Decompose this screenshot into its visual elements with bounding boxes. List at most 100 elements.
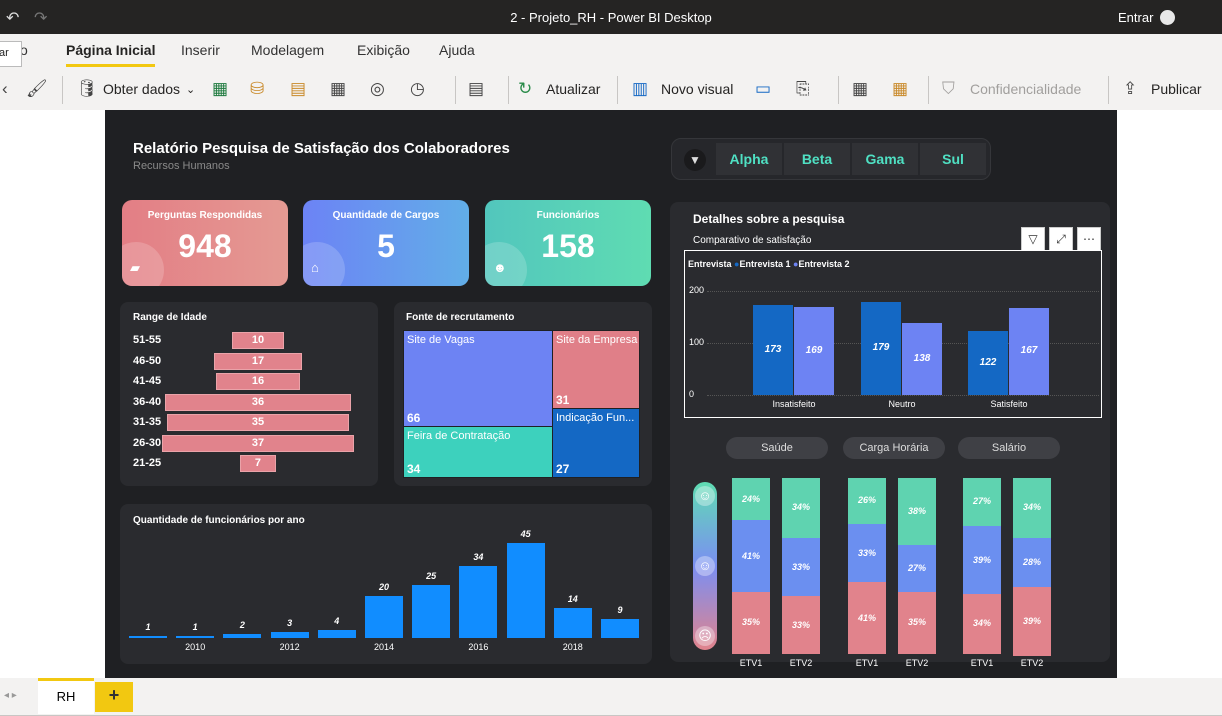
- treemap-indicacao[interactable]: Indicação Fun... 27: [552, 408, 640, 478]
- year-label: 2014: [373, 642, 395, 652]
- year-bar: [365, 595, 403, 638]
- pill-carga-horaria[interactable]: Carga Horária: [843, 437, 945, 459]
- kpi-label: Funcionários: [536, 210, 600, 221]
- year-value: 14: [567, 594, 578, 605]
- sign-in-link[interactable]: Entrar: [1118, 10, 1153, 25]
- page-nav-arrows[interactable]: ◂ ▸: [4, 690, 17, 701]
- stack-segment: 28%: [1013, 537, 1051, 588]
- age-bar: 36: [164, 393, 352, 411]
- year-label: 2018: [562, 642, 583, 652]
- add-page-button[interactable]: +: [95, 682, 133, 712]
- tooltip: ar: [0, 41, 22, 67]
- report-canvas: Relatório Pesquisa de Satisfação dos Col…: [105, 110, 1117, 678]
- details-title: Detalhes sobre a pesquisa: [693, 212, 845, 226]
- year-bar: [270, 631, 309, 638]
- employees-per-year-title: Quantidade de funcionários por ano: [133, 515, 305, 526]
- comparison-value: 169: [805, 344, 823, 356]
- year-bar: [601, 619, 639, 638]
- filter-icon[interactable]: ▼: [684, 149, 706, 171]
- dataverse-icon[interactable]: ◎: [370, 79, 385, 99]
- legend-title: Entrevista: [688, 259, 732, 269]
- year-label: 2012: [279, 642, 300, 652]
- page-tabs-bar: ◂ ▸ RH +: [0, 678, 1222, 716]
- age-bar: 10: [232, 332, 284, 349]
- tab-help[interactable]: Ajuda: [439, 42, 475, 58]
- new-measure-icon[interactable]: ▦: [852, 79, 868, 99]
- sql-icon[interactable]: ▤: [290, 79, 306, 99]
- tab-insert[interactable]: Inserir: [181, 42, 220, 58]
- stack-label: ETV1: [855, 658, 879, 668]
- treemap-feira[interactable]: Feira de Contratação 34: [403, 426, 553, 478]
- pill-salario[interactable]: Salário: [958, 437, 1060, 459]
- transform-data-icon[interactable]: ▤: [468, 79, 484, 99]
- enter-data-icon[interactable]: ▦: [330, 79, 346, 99]
- year-bar: [223, 633, 262, 638]
- stack-segment: 27%: [963, 478, 1001, 526]
- year-bar: [176, 635, 215, 638]
- more-options-icon[interactable]: ⋯: [1077, 227, 1101, 251]
- focus-mode-icon[interactable]: ⤢: [1049, 227, 1073, 251]
- tab-home[interactable]: Página Inicial: [66, 42, 156, 67]
- page-tab-rh[interactable]: RH: [38, 678, 94, 714]
- chevron-down-icon[interactable]: ⌄: [186, 83, 195, 96]
- quick-measure-icon[interactable]: ▦: [892, 79, 908, 99]
- get-data-button[interactable]: Obter dados: [103, 81, 180, 97]
- slicer-alpha[interactable]: Alpha: [716, 143, 782, 175]
- filter-icon[interactable]: ▽: [1021, 227, 1045, 251]
- pill-saude[interactable]: Saúde: [726, 437, 828, 459]
- avatar[interactable]: [1160, 10, 1175, 25]
- kpi-value: 158: [541, 228, 595, 264]
- data-hub-icon[interactable]: ⛁: [250, 79, 264, 99]
- stacked-bar: 34% 33% 33%: [782, 478, 820, 654]
- year-bar: [553, 608, 592, 638]
- treemap-site-empresa[interactable]: Site da Empresa 31: [552, 330, 640, 409]
- slicer-beta[interactable]: Beta: [784, 143, 850, 175]
- stack-label: ETV2: [1020, 658, 1044, 668]
- satisfaction-comparison-chart[interactable]: Entrevista ●Entrevista 1 ●Entrevista 2 0…: [684, 250, 1102, 418]
- sad-face-icon: ☹: [695, 626, 715, 646]
- stacked-bar: 24% 41% 35%: [732, 478, 770, 654]
- refresh-icon[interactable]: ↻: [518, 79, 532, 99]
- age-range-title: Range de Idade: [133, 312, 207, 323]
- excel-icon[interactable]: ▦: [212, 79, 228, 99]
- age-label: 21-25: [133, 457, 162, 469]
- refresh-button[interactable]: Atualizar: [546, 81, 600, 97]
- kpi-card-roles: ⌂ Quantidade de Cargos 5: [303, 200, 469, 286]
- chevron-left-icon[interactable]: ‹: [2, 79, 8, 99]
- new-visual-button[interactable]: Novo visual: [661, 81, 733, 97]
- ribbon-toolbar: ‹ 🖌 🛢 Obter dados ⌄ ▦ ⛁ ▤ ▦ ◎ ◷ ▤ ↻ Atua…: [0, 70, 1222, 110]
- kpi-label: Perguntas Respondidas: [147, 210, 263, 221]
- treemap-site-vagas[interactable]: Site de Vagas 66: [403, 330, 553, 427]
- format-painter-icon[interactable]: 🖌: [26, 79, 48, 99]
- comparison-value: 179: [872, 342, 890, 354]
- text-box-icon[interactable]: ▭: [755, 79, 771, 99]
- y-tick-label: 200: [689, 284, 705, 295]
- tab-view[interactable]: Exibição: [357, 42, 410, 58]
- report-subtitle: Recursos Humanos: [133, 160, 230, 172]
- publish-button[interactable]: Publicar: [1151, 81, 1202, 97]
- slicer-sul[interactable]: Sul: [920, 143, 986, 175]
- neutral-face-icon: ☺: [695, 556, 715, 576]
- tab-modeling[interactable]: Modelagem: [251, 42, 324, 58]
- chart-legend: Entrevista ●Entrevista 1 ●Entrevista 2: [688, 259, 850, 269]
- slicer-gama[interactable]: Gama: [852, 143, 918, 175]
- stack-segment: 35%: [732, 592, 770, 654]
- stack-segment: 34%: [782, 478, 820, 538]
- publish-icon[interactable]: ⇪: [1123, 79, 1137, 99]
- stack-segment: 41%: [732, 520, 770, 593]
- new-visual-icon[interactable]: ▥: [632, 79, 648, 99]
- age-bar: 37: [162, 434, 354, 452]
- legend-series-2: Entrevista 2: [798, 259, 850, 269]
- ribbon-tabs: o Página Inicial Inserir Modelagem Exibi…: [0, 34, 1222, 70]
- more-visuals-icon[interactable]: ⎘: [796, 79, 810, 99]
- recent-sources-icon[interactable]: ◷: [410, 79, 425, 99]
- window-title: 2 - Projeto_RH - Power BI Desktop: [510, 10, 712, 25]
- category-label: Satisfeito: [990, 399, 1028, 409]
- kpi-card-questions: ▰ Perguntas Respondidas 948: [122, 200, 288, 286]
- year-value: 1: [192, 621, 198, 632]
- year-bar: [129, 635, 167, 638]
- happy-face-icon: ☺: [695, 486, 715, 506]
- stack-segment: 34%: [1013, 478, 1051, 538]
- year-value: 3: [287, 617, 293, 628]
- get-data-icon[interactable]: 🛢: [76, 79, 98, 99]
